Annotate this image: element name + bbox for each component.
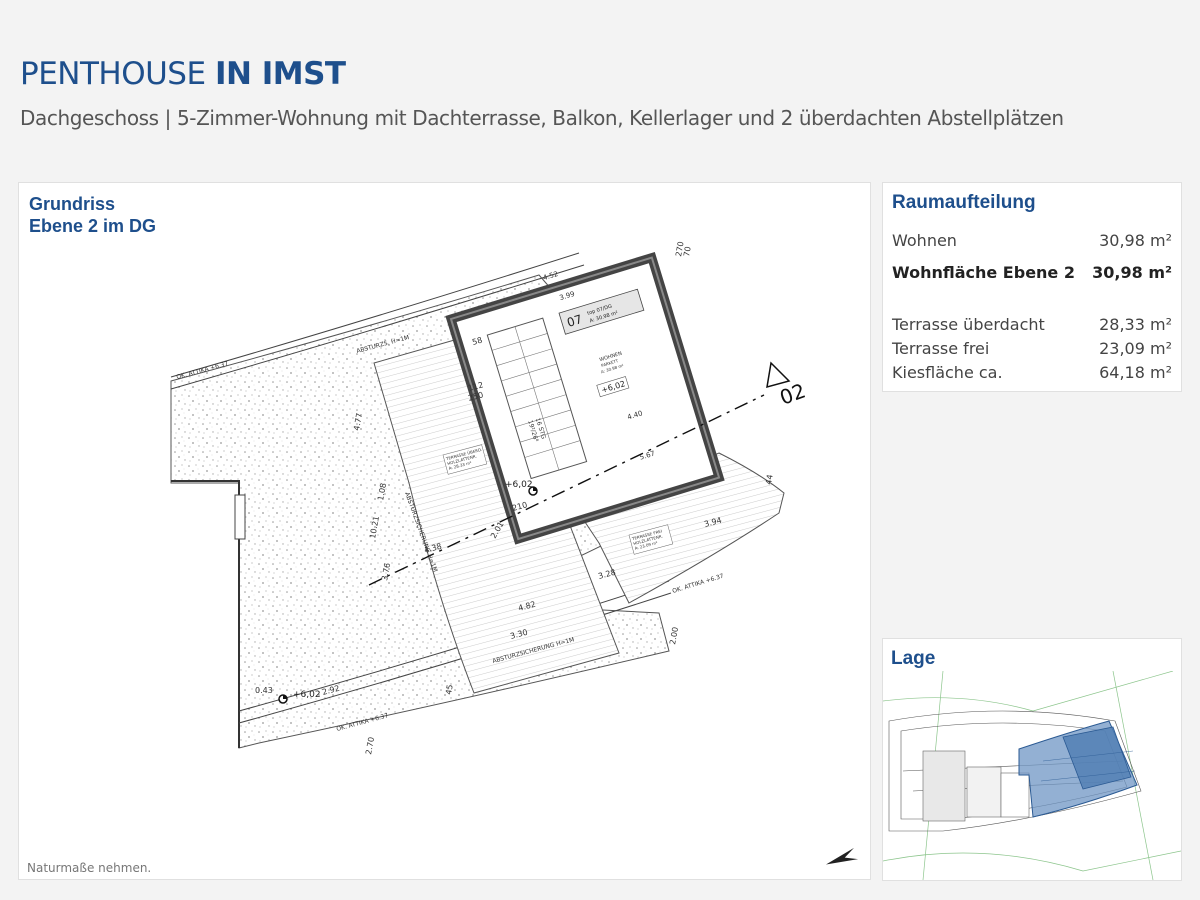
plan-note: Naturmaße nehmen.	[27, 861, 152, 875]
room-label-wohnen: Wohnen	[892, 231, 957, 250]
dim-10: 3.28	[597, 568, 617, 581]
room-distribution-panel: Raumaufteilung Wohnen 30,98 m² Wohnfläch…	[882, 182, 1182, 392]
dim-0: 4.52	[542, 270, 559, 282]
room-row-kies: Kiesfläche ca. 64,18 m²	[892, 363, 1172, 382]
room-row-wohnen: Wohnen 30,98 m²	[892, 231, 1172, 250]
room-label-terrasse-frei: Terrasse frei	[892, 339, 990, 358]
room-distribution-heading: Raumaufteilung	[892, 192, 1036, 213]
title-bold: IN IMST	[214, 56, 346, 92]
room-value-terrasse-ueberdacht: 28,33 m²	[1099, 315, 1172, 334]
room-value-terrasse-frei: 23,09 m²	[1099, 339, 1172, 358]
title-light: PENTHOUSE	[20, 56, 215, 92]
attika-label-2: OK. ATTIKA +6.37	[672, 573, 725, 595]
dim-26: 70	[682, 246, 693, 258]
room-row-terrasse-frei: Terrasse frei 23,09 m²	[892, 339, 1172, 358]
room-label-kies: Kiesfläche ca.	[892, 363, 1003, 382]
page-title: PENTHOUSE IN IMST	[20, 56, 346, 92]
location-map[interactable]	[883, 671, 1181, 880]
level-gravel: +6,02	[293, 690, 321, 700]
floor-plan-drawing[interactable]: 07 top 07/DG A: 30.98 m² WOHNEN PARKETT …	[19, 183, 872, 881]
room-row-terrasse-ueberdacht: Terrasse überdacht 28,33 m²	[892, 315, 1172, 334]
dim-19: 2.70	[364, 736, 376, 755]
location-panel: Lage	[882, 638, 1182, 881]
left-element	[234, 494, 246, 540]
location-heading: Lage	[891, 648, 936, 669]
room-value-wohnen: 30,98 m²	[1099, 231, 1172, 250]
room-label-terrasse-ueberdacht: Terrasse überdacht	[892, 315, 1045, 334]
level-terrace: +6,02	[505, 480, 533, 490]
room-label-total: Wohnfläche Ebene 2	[892, 263, 1075, 282]
left-wall	[171, 480, 240, 748]
dim-20: 2.00	[668, 626, 680, 645]
north-arrow-icon	[825, 847, 859, 865]
floor-plan-panel: Grundriss Ebene 2 im DG 07 top 07/DG A: …	[18, 182, 871, 880]
room-value-kies: 64,18 m²	[1099, 363, 1172, 382]
page-subtitle: Dachgeschoss | 5-Zimmer-Wohnung mit Dach…	[20, 106, 1064, 130]
dim-29: 45	[444, 684, 455, 696]
dim-28: 44	[764, 474, 775, 486]
room-row-total: Wohnfläche Ebene 2 30,98 m²	[892, 263, 1172, 282]
dim-21: 0.43	[255, 686, 273, 695]
room-value-total: 30,98 m²	[1092, 263, 1172, 282]
